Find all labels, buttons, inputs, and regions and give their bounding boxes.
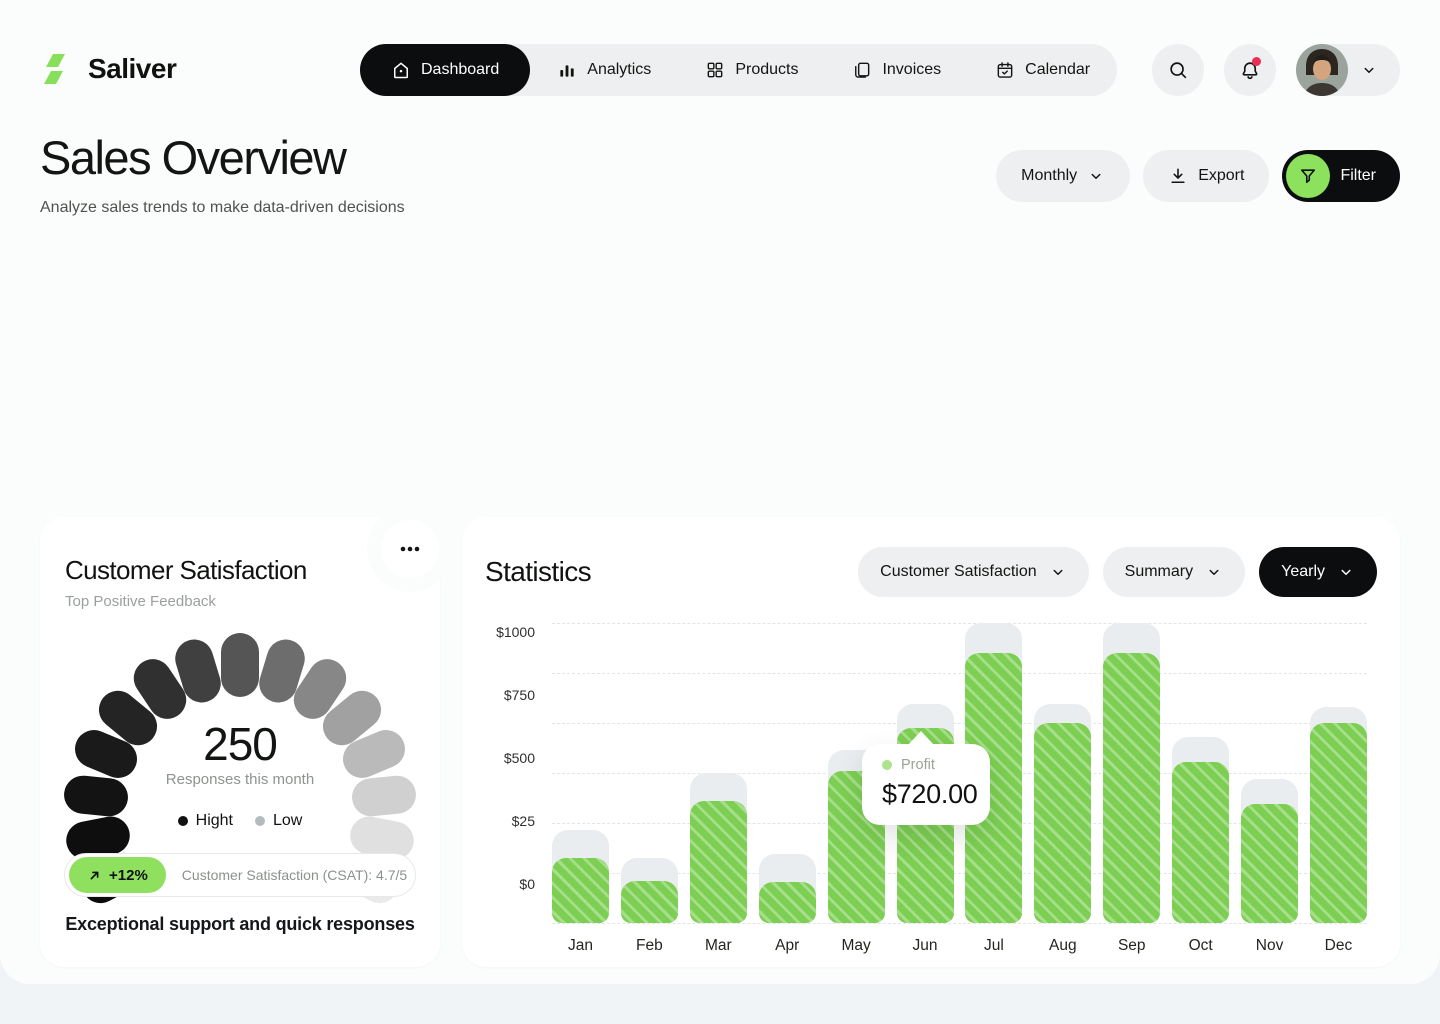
download-icon (1168, 166, 1188, 186)
funnel-icon (1286, 154, 1330, 198)
nav-item-products[interactable]: Products (678, 44, 825, 96)
notification-dot (1252, 57, 1261, 66)
statistics-filters: Customer Satisfaction Summary Yearly (858, 547, 1377, 597)
statistics-header: Statistics Customer Satisfaction Summary Y… (485, 547, 1377, 597)
month-label-jun: Jun (897, 937, 954, 955)
csat-summary-row: +12% Customer Satisfaction (CSAT): 4.7/5 (64, 853, 416, 897)
gauge-segment (126, 652, 193, 726)
bar-feb[interactable] (621, 623, 678, 923)
chevron-down-icon (1049, 563, 1067, 581)
gauge-segment (255, 635, 310, 707)
arrow-up-right-icon (87, 868, 102, 883)
gridline (552, 923, 1367, 924)
filter-button-label: Filter (1340, 167, 1376, 185)
brand-logo[interactable]: Saliver (40, 51, 176, 87)
user-menu-button[interactable] (1296, 44, 1400, 96)
statistics-title: Statistics (485, 556, 591, 588)
gauge-segment (221, 633, 259, 697)
bar-nov[interactable] (1241, 623, 1298, 923)
csat-score-text: Customer Satisfaction (CSAT): 4.7/5 (182, 867, 407, 883)
gauge-caption: Responses this month (40, 771, 440, 788)
header-actions: Monthly Export Filter (996, 150, 1400, 202)
gauge-legend: Hight Low (40, 812, 440, 830)
month-label-sep: Sep (1103, 937, 1160, 955)
y-axis-tick: $500 (462, 750, 535, 766)
month-label-may: May (828, 937, 885, 955)
main-nav: DashboardAnalyticsProductsInvoicesCalend… (360, 44, 1117, 96)
period-select[interactable]: Monthly (996, 150, 1130, 202)
gauge-segment (287, 652, 354, 726)
chart-tooltip: Profit $720.00 (862, 744, 990, 825)
month-label-aug: Aug (1034, 937, 1091, 955)
tooltip-dot (882, 760, 892, 770)
tooltip-label: Profit (901, 757, 935, 773)
search-button[interactable] (1152, 44, 1204, 96)
tooltip-value: $720.00 (882, 779, 970, 810)
y-axis-tick: $25 (462, 813, 535, 829)
nav-item-calendar[interactable]: Calendar (968, 44, 1117, 96)
products-icon (705, 60, 725, 80)
nav-item-dashboard[interactable]: Dashboard (360, 44, 530, 96)
stats-filter-customer-satisfaction[interactable]: Customer Satisfaction (858, 547, 1089, 597)
change-badge-label: +12% (109, 867, 148, 884)
invoices-icon (852, 60, 872, 80)
export-button[interactable]: Export (1143, 150, 1269, 202)
legend-item-low: Low (255, 812, 302, 830)
month-label-dec: Dec (1310, 937, 1367, 955)
bar-sep[interactable] (1103, 623, 1160, 923)
card-footer-text: Exceptional support and quick responses (40, 914, 440, 935)
card-title: Customer Satisfaction (65, 555, 307, 586)
y-axis-tick: $1000 (462, 624, 535, 640)
topbar-controls (1152, 44, 1400, 96)
chevron-down-icon (1337, 563, 1355, 581)
bar-mar[interactable] (690, 623, 747, 923)
bar-dec[interactable] (1310, 623, 1367, 923)
search-icon (1167, 59, 1189, 81)
legend-item-hight: Hight (178, 812, 233, 830)
y-axis-tick: $750 (462, 687, 535, 703)
customer-satisfaction-card: Customer Satisfaction Top Positive Feedb… (40, 517, 440, 967)
ellipsis-icon (398, 537, 422, 561)
bar-jan[interactable] (552, 623, 609, 923)
flash-logo-icon (40, 51, 76, 87)
bar-oct[interactable] (1172, 623, 1229, 923)
card-subtitle: Top Positive Feedback (65, 593, 216, 610)
month-label-mar: Mar (690, 937, 747, 955)
month-label-apr: Apr (759, 937, 816, 955)
bar-apr[interactable] (759, 623, 816, 923)
gauge-segment (170, 635, 225, 707)
month-label-jan: Jan (552, 937, 609, 955)
month-label-feb: Feb (621, 937, 678, 955)
nav-item-analytics[interactable]: Analytics (530, 44, 678, 96)
home-icon (391, 60, 411, 80)
bar-aug[interactable] (1034, 623, 1091, 923)
gauge-value: 250 (40, 717, 440, 771)
stats-filter-yearly[interactable]: Yearly (1259, 547, 1377, 597)
card-more-button[interactable] (381, 520, 439, 578)
period-select-label: Monthly (1021, 167, 1077, 185)
chevron-down-icon (1360, 61, 1378, 79)
month-label-jul: Jul (965, 937, 1022, 955)
month-label-nov: Nov (1241, 937, 1298, 955)
x-axis-labels: Jan Feb Mar Apr May Jun Jul Aug Sep Oct Nov Dec (552, 937, 1367, 955)
month-label-oct: Oct (1172, 937, 1229, 955)
change-badge: +12% (69, 857, 166, 893)
stats-filter-summary[interactable]: Summary (1103, 547, 1245, 597)
nav-item-invoices[interactable]: Invoices (825, 44, 968, 96)
analytics-icon (557, 60, 577, 80)
avatar (1296, 44, 1348, 96)
main-panel: Saliver DashboardAnalyticsProductsInvoic… (0, 0, 1440, 984)
page-header: Sales Overview Analyze sales trends to m… (40, 130, 1400, 217)
chevron-down-icon (1205, 563, 1223, 581)
export-button-label: Export (1198, 167, 1244, 185)
notifications-button[interactable] (1224, 44, 1276, 96)
chevron-down-icon (1087, 167, 1105, 185)
top-bar: Saliver DashboardAnalyticsProductsInvoic… (40, 44, 1400, 96)
y-axis-tick: $0 (462, 876, 535, 892)
brand-name: Saliver (88, 53, 176, 85)
statistics-card: Statistics Customer Satisfaction Summary Y… (462, 517, 1400, 967)
calendar-icon (995, 60, 1015, 80)
filter-button[interactable]: Filter (1282, 150, 1400, 202)
